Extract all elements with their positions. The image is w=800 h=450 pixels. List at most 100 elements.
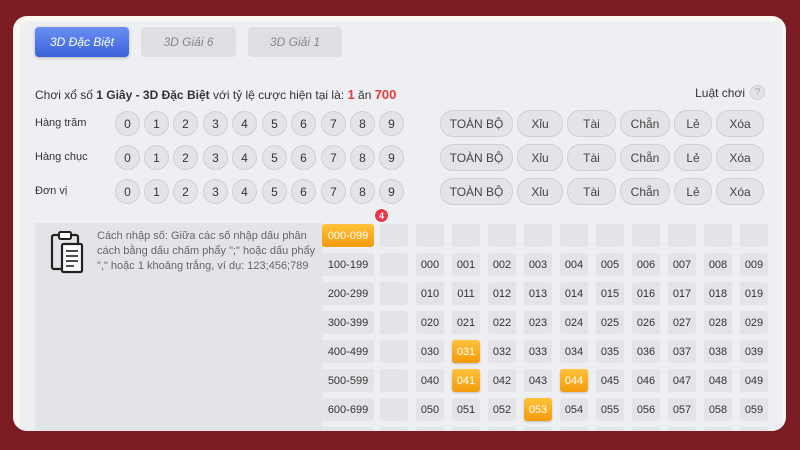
number-cell[interactable]: 005 xyxy=(596,253,624,276)
number-cell[interactable]: 000 xyxy=(416,253,444,276)
number-cell[interactable]: 004 xyxy=(560,253,588,276)
action-button[interactable]: Xỉu xyxy=(517,144,563,171)
digit-button-6[interactable]: 6 xyxy=(291,179,316,204)
number-cell[interactable]: 034 xyxy=(560,340,588,363)
number-cell[interactable]: 053 xyxy=(524,398,552,421)
number-cell[interactable]: 003 xyxy=(524,253,552,276)
action-button[interactable]: Tài xyxy=(567,144,616,171)
digit-button-5[interactable]: 5 xyxy=(262,111,287,136)
digit-button-8[interactable]: 8 xyxy=(350,145,375,170)
number-cell[interactable]: 023 xyxy=(524,311,552,334)
number-cell[interactable]: 033 xyxy=(524,340,552,363)
action-button[interactable]: Xóa xyxy=(716,144,764,171)
number-cell[interactable]: 050 xyxy=(416,398,444,421)
number-cell[interactable]: 060 xyxy=(416,427,444,431)
digit-button-9[interactable]: 9 xyxy=(379,111,404,136)
number-cell[interactable]: 007 xyxy=(668,253,696,276)
number-cell[interactable]: 038 xyxy=(704,340,732,363)
action-button[interactable]: Tài xyxy=(567,178,616,205)
number-cell[interactable]: 061 xyxy=(452,427,480,431)
number-cell[interactable]: 031 xyxy=(452,340,480,363)
number-cell[interactable]: 027 xyxy=(668,311,696,334)
number-cell[interactable]: 041 xyxy=(452,369,480,392)
number-cell[interactable]: 048 xyxy=(704,369,732,392)
number-cell[interactable]: 030 xyxy=(416,340,444,363)
number-cell[interactable]: 063 xyxy=(524,427,552,431)
action-button[interactable]: Xóa xyxy=(716,110,764,137)
digit-button-7[interactable]: 7 xyxy=(321,111,346,136)
number-cell[interactable]: 035 xyxy=(596,340,624,363)
action-button[interactable]: TOÀN BỘ xyxy=(440,178,513,205)
digit-button-1[interactable]: 1 xyxy=(144,145,169,170)
number-cell[interactable]: 014 xyxy=(560,282,588,305)
digit-button-0[interactable]: 0 xyxy=(115,179,140,204)
action-button[interactable]: Xỉu xyxy=(517,110,563,137)
digit-button-6[interactable]: 6 xyxy=(291,111,316,136)
number-cell[interactable]: 065 xyxy=(596,427,624,431)
number-cell[interactable]: 040 xyxy=(416,369,444,392)
action-button[interactable]: TOÀN BỘ xyxy=(440,144,513,171)
action-button[interactable]: Lẻ xyxy=(674,144,712,171)
number-cell[interactable]: 024 xyxy=(560,311,588,334)
number-cell[interactable]: 037 xyxy=(668,340,696,363)
digit-button-5[interactable]: 5 xyxy=(262,179,287,204)
number-cell[interactable]: 044 xyxy=(560,369,588,392)
number-cell[interactable]: 047 xyxy=(668,369,696,392)
number-cell[interactable]: 013 xyxy=(524,282,552,305)
number-cell[interactable]: 056 xyxy=(632,398,660,421)
tab-3d-dac-biet[interactable]: 3D Đặc Biệt xyxy=(35,27,129,57)
digit-button-1[interactable]: 1 xyxy=(144,179,169,204)
tab-3d-giai-6[interactable]: 3D Giải 6 xyxy=(141,27,236,57)
number-cell[interactable]: 006 xyxy=(632,253,660,276)
digit-button-0[interactable]: 0 xyxy=(115,145,140,170)
number-cell[interactable]: 018 xyxy=(704,282,732,305)
tab-3d-giai-1[interactable]: 3D Giải 1 xyxy=(248,27,342,57)
number-cell[interactable]: 026 xyxy=(632,311,660,334)
digit-button-0[interactable]: 0 xyxy=(115,111,140,136)
digit-button-9[interactable]: 9 xyxy=(379,179,404,204)
range-button[interactable]: 400-499 xyxy=(322,340,374,363)
range-button[interactable]: 600-699 xyxy=(322,398,374,421)
number-cell[interactable]: 029 xyxy=(740,311,768,334)
digit-button-2[interactable]: 2 xyxy=(173,145,198,170)
number-cell[interactable]: 055 xyxy=(596,398,624,421)
range-button[interactable]: 700-799 xyxy=(322,427,374,431)
digit-button-8[interactable]: 8 xyxy=(350,111,375,136)
number-cell[interactable]: 058 xyxy=(704,398,732,421)
digit-button-3[interactable]: 3 xyxy=(203,179,228,204)
action-button[interactable]: Tài xyxy=(567,110,616,137)
number-cell[interactable]: 002 xyxy=(488,253,516,276)
number-cell[interactable]: 011 xyxy=(452,282,480,305)
number-cell[interactable]: 009 xyxy=(740,253,768,276)
number-cell[interactable]: 059 xyxy=(740,398,768,421)
number-cell[interactable]: 045 xyxy=(596,369,624,392)
digit-button-4[interactable]: 4 xyxy=(232,179,257,204)
number-cell[interactable]: 057 xyxy=(668,398,696,421)
number-cell[interactable]: 067 xyxy=(668,427,696,431)
rules-link[interactable]: Luật chơi ? xyxy=(695,85,765,100)
number-cell[interactable]: 015 xyxy=(596,282,624,305)
number-cell[interactable]: 062 xyxy=(488,427,516,431)
number-cell[interactable]: 052 xyxy=(488,398,516,421)
number-cell[interactable]: 019 xyxy=(740,282,768,305)
digit-button-3[interactable]: 3 xyxy=(203,145,228,170)
number-cell[interactable]: 022 xyxy=(488,311,516,334)
number-cell[interactable]: 069 xyxy=(740,427,768,431)
number-cell[interactable]: 001 xyxy=(452,253,480,276)
digit-button-7[interactable]: 7 xyxy=(321,145,346,170)
number-cell[interactable]: 046 xyxy=(632,369,660,392)
number-cell[interactable]: 025 xyxy=(596,311,624,334)
number-cell[interactable]: 012 xyxy=(488,282,516,305)
digit-button-7[interactable]: 7 xyxy=(321,179,346,204)
number-cell[interactable]: 008 xyxy=(704,253,732,276)
action-button[interactable]: Xóa xyxy=(716,178,764,205)
action-button[interactable]: Chẵn xyxy=(620,144,670,171)
digit-button-1[interactable]: 1 xyxy=(144,111,169,136)
number-cell[interactable]: 054 xyxy=(560,398,588,421)
digit-button-8[interactable]: 8 xyxy=(350,179,375,204)
number-cell[interactable]: 064 xyxy=(560,427,588,431)
number-cell[interactable]: 032 xyxy=(488,340,516,363)
digit-button-4[interactable]: 4 xyxy=(232,145,257,170)
digit-button-4[interactable]: 4 xyxy=(232,111,257,136)
digit-button-6[interactable]: 6 xyxy=(291,145,316,170)
